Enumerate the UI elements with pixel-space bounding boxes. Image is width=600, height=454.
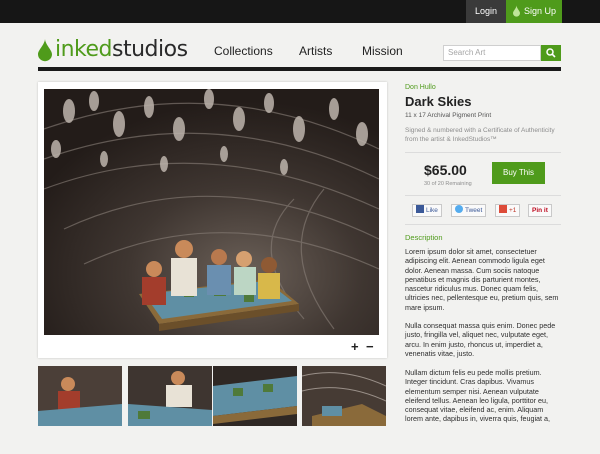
thumbnail-2[interactable]: [128, 366, 212, 426]
artwork-title: Dark Skies: [405, 94, 472, 109]
facebook-like-button[interactable]: Like: [412, 204, 442, 217]
twitter-icon: [455, 205, 463, 213]
certificate-note: Signed & numbered with a Certificate of …: [405, 127, 555, 143]
google-plus-button[interactable]: +1: [495, 204, 521, 217]
nav-collections[interactable]: Collections: [214, 44, 273, 58]
search-input[interactable]: Search Art: [443, 45, 541, 61]
tweet-button[interactable]: Tweet: [451, 204, 487, 217]
description-heading: Description: [405, 233, 443, 242]
login-button[interactable]: Login: [466, 0, 506, 23]
ink-drop-icon: [513, 5, 520, 17]
signup-label: Sign Up: [524, 6, 557, 16]
thumbnail-3[interactable]: [213, 366, 297, 426]
signup-button[interactable]: Sign Up: [506, 0, 562, 23]
divider: [405, 224, 561, 225]
buy-button[interactable]: Buy This: [492, 162, 545, 184]
remaining-count: 30 of 20 Remaining: [424, 181, 472, 187]
description-paragraph: Lorem ipsum dolor sit amet, consectetuer…: [405, 247, 559, 312]
zoom-in-button[interactable]: +: [351, 339, 359, 354]
thumbnail-1[interactable]: [38, 366, 122, 426]
pinterest-button[interactable]: Pin it: [528, 204, 552, 217]
ink-drop-icon: [38, 38, 52, 62]
description-paragraph: Nulla consequat massa quis enim. Donec p…: [405, 321, 556, 358]
search-button[interactable]: [541, 45, 561, 61]
divider: [405, 152, 561, 153]
description-paragraph: Nullam dictum felis eu pede mollis preti…: [405, 368, 551, 424]
print-type: 11 x 17 Archival Pigment Print: [405, 112, 492, 119]
nav-mission[interactable]: Mission: [362, 44, 403, 58]
nav-artists[interactable]: Artists: [299, 44, 332, 58]
price: $65.00: [424, 162, 467, 178]
divider: [405, 195, 561, 196]
google-plus-icon: [499, 205, 507, 213]
logo-text: inkedstudios: [55, 37, 188, 62]
artwork-image: [44, 89, 379, 335]
facebook-icon: [416, 205, 424, 213]
thumbnail-4[interactable]: [302, 366, 386, 426]
artist-name[interactable]: Don Hullo: [405, 84, 436, 91]
zoom-out-button[interactable]: −: [366, 339, 374, 354]
search-icon: [546, 48, 556, 58]
header-divider: [38, 67, 561, 71]
